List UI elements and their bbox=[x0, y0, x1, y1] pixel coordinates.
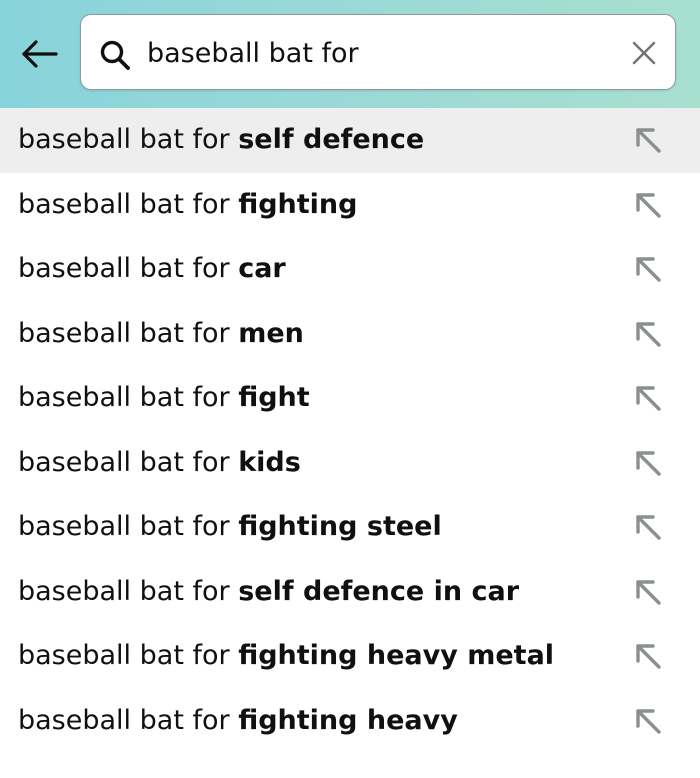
suggestion-item[interactable]: baseball bat for fighting bbox=[0, 173, 700, 238]
suggestion-prefix: baseball bat for bbox=[18, 446, 239, 478]
suggestion-completion: fighting heavy metal bbox=[238, 640, 555, 671]
suggestion-completion: fighting steel bbox=[238, 511, 442, 542]
clear-icon[interactable] bbox=[631, 40, 657, 66]
fill-query-arrow-icon[interactable] bbox=[633, 125, 663, 155]
suggestion-item[interactable]: baseball bat for self defence in car bbox=[0, 560, 700, 625]
suggestion-prefix: baseball bat for bbox=[18, 640, 239, 671]
suggestion-prefix: baseball bat for bbox=[18, 511, 239, 542]
fill-query-arrow-icon[interactable] bbox=[633, 577, 663, 607]
suggestion-text: baseball bat for self defence bbox=[18, 108, 424, 173]
suggestion-completion: fight bbox=[238, 382, 310, 413]
suggestion-completion: self defence in car bbox=[238, 575, 520, 607]
fill-query-arrow-icon[interactable] bbox=[633, 448, 663, 478]
fill-query-arrow-icon[interactable] bbox=[633, 254, 663, 284]
suggestion-item[interactable]: baseball bat for fighting heavy bbox=[0, 689, 700, 754]
suggestion-completion: fighting bbox=[238, 188, 358, 220]
fill-query-arrow-icon[interactable] bbox=[633, 383, 663, 413]
suggestion-text: baseball bat for fighting heavy metal bbox=[18, 624, 554, 689]
suggestion-text: baseball bat for fighting heavy bbox=[18, 689, 458, 754]
suggestion-item[interactable]: baseball bat for fight bbox=[0, 366, 700, 431]
suggestion-item[interactable]: baseball bat for fighting heavy metal bbox=[0, 624, 700, 689]
suggestion-prefix: baseball bat for bbox=[18, 253, 239, 284]
suggestion-item[interactable]: baseball bat for men bbox=[0, 302, 700, 367]
suggestion-prefix: baseball bat for bbox=[18, 704, 239, 736]
suggestion-item[interactable]: baseball bat for fighting steel bbox=[0, 495, 700, 560]
suggestion-text: baseball bat for self defence in car bbox=[18, 560, 519, 625]
back-button[interactable] bbox=[18, 34, 62, 74]
suggestion-prefix: baseball bat for bbox=[18, 382, 239, 413]
fill-query-arrow-icon[interactable] bbox=[633, 190, 663, 220]
suggestion-text: baseball bat for car bbox=[18, 237, 286, 302]
suggestion-completion: self defence bbox=[238, 124, 425, 155]
suggestion-text: baseball bat for fighting bbox=[18, 173, 357, 238]
suggestion-text: baseball bat for kids bbox=[18, 431, 301, 496]
suggestion-text: baseball bat for fighting steel bbox=[18, 495, 442, 560]
suggestion-text: baseball bat for fight bbox=[18, 366, 310, 431]
suggestion-text: baseball bat for men bbox=[18, 302, 304, 367]
suggestion-item[interactable]: baseball bat for car bbox=[0, 237, 700, 302]
fill-query-arrow-icon[interactable] bbox=[633, 706, 663, 736]
fill-query-arrow-icon[interactable] bbox=[633, 512, 663, 542]
search-icon bbox=[100, 40, 130, 70]
suggestion-prefix: baseball bat for bbox=[18, 124, 239, 155]
suggestion-completion: fighting heavy bbox=[238, 704, 458, 736]
fill-query-arrow-icon[interactable] bbox=[633, 319, 663, 349]
suggestion-prefix: baseball bat for bbox=[18, 317, 239, 349]
fill-query-arrow-icon[interactable] bbox=[633, 641, 663, 671]
suggestion-list: baseball bat for self defence baseball ba… bbox=[0, 108, 700, 753]
search-input[interactable] bbox=[147, 31, 617, 75]
suggestion-item[interactable]: baseball bat for self defence bbox=[0, 108, 700, 173]
suggestion-item[interactable]: baseball bat for kids bbox=[0, 431, 700, 496]
back-arrow-icon bbox=[22, 40, 58, 68]
suggestion-prefix: baseball bat for bbox=[18, 575, 239, 607]
suggestion-completion: kids bbox=[238, 446, 301, 478]
suggestion-completion: men bbox=[238, 317, 304, 349]
search-box bbox=[80, 14, 676, 90]
search-header bbox=[0, 0, 700, 108]
suggestion-completion: car bbox=[238, 253, 286, 284]
suggestion-prefix: baseball bat for bbox=[18, 188, 239, 220]
